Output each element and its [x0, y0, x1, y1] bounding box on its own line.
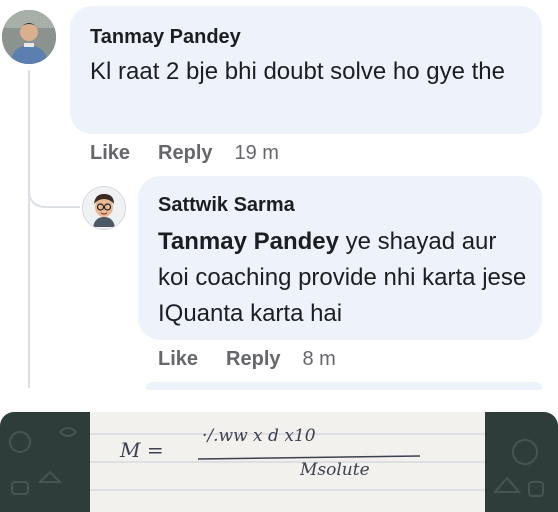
- comment-actions: Like Reply 19 m: [90, 142, 279, 165]
- thread-line: [28, 70, 30, 388]
- reply-actions: Like Reply 8 m: [158, 348, 336, 371]
- like-button[interactable]: Like: [90, 142, 130, 165]
- avatar-sattwik[interactable]: [82, 186, 126, 230]
- reply-text: Tanmay Pandey ye shayad aur koi coaching…: [158, 224, 528, 332]
- cartoon-avatar-icon: [83, 187, 125, 229]
- next-comment-bubble: [146, 382, 542, 390]
- avatar-tanmay[interactable]: [2, 10, 56, 64]
- comment-timestamp[interactable]: 19 m: [235, 142, 279, 165]
- chat-wallpaper-left: [9, 427, 78, 495]
- comment-text: Kl raat 2 bje bhi doubt solve ho gye the: [90, 58, 505, 85]
- profile-photo-icon: [2, 10, 56, 64]
- mention-link[interactable]: Tanmay Pandey: [158, 228, 339, 255]
- handwriting-numerator: ·/.ww x d x10: [202, 426, 316, 446]
- handwriting-denominator: Msolute: [300, 460, 370, 480]
- handwritten-paper: M = ·/.ww x d x10 Msolute: [90, 412, 485, 512]
- reply-bubble: Sattwik Sarma Tanmay Pandey ye shayad au…: [138, 176, 542, 340]
- thread-branch: [28, 180, 80, 208]
- comment-author[interactable]: Tanmay Pandey: [90, 26, 241, 49]
- reply-button[interactable]: Reply: [226, 348, 280, 371]
- attached-photo[interactable]: M = ·/.ww x d x10 Msolute: [0, 412, 558, 512]
- comment-bubble: Tanmay Pandey Kl raat 2 bje bhi doubt so…: [70, 6, 542, 134]
- reply-author[interactable]: Sattwik Sarma: [158, 194, 295, 217]
- reply-button[interactable]: Reply: [158, 142, 212, 165]
- chat-wallpaper-right: [492, 439, 544, 497]
- like-button[interactable]: Like: [158, 348, 198, 371]
- reply-timestamp[interactable]: 8 m: [303, 348, 336, 371]
- handwriting-m: M =: [120, 438, 164, 462]
